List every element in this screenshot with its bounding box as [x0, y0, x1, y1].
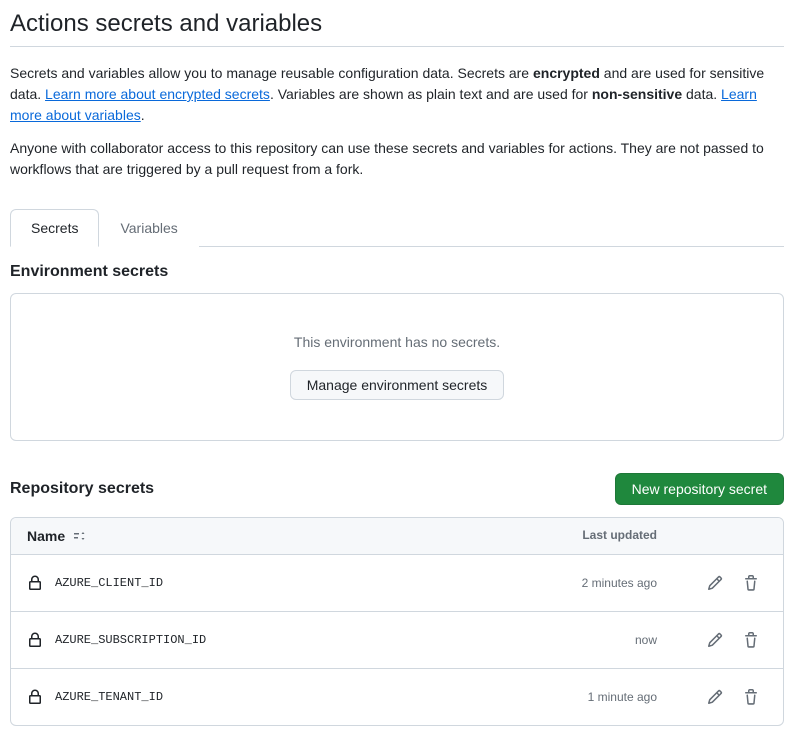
tab-variables[interactable]: Variables — [99, 209, 198, 247]
table-row: AZURE_CLIENT_ID 2 minutes ago — [11, 555, 783, 612]
intro-bold-nonsensitive: non-sensitive — [592, 86, 682, 102]
delete-button[interactable] — [735, 569, 767, 597]
page-title: Actions secrets and variables — [10, 10, 784, 47]
intro-text-part: Secrets and variables allow you to manag… — [10, 65, 533, 81]
repository-secrets-table: Name Last updated AZURE_CLIENT_ID 2 minu… — [10, 517, 784, 726]
trash-icon — [743, 689, 759, 705]
link-encrypted-secrets[interactable]: Learn more about encrypted secrets — [45, 86, 270, 102]
edit-button[interactable] — [699, 626, 731, 654]
tabs: Secrets Variables — [10, 208, 784, 247]
secret-name: AZURE_CLIENT_ID — [55, 576, 163, 590]
intro-bold-encrypted: encrypted — [533, 65, 600, 81]
tab-secrets[interactable]: Secrets — [10, 209, 99, 247]
secret-name: AZURE_TENANT_ID — [55, 690, 163, 704]
column-header-name[interactable]: Name — [27, 528, 537, 544]
environment-secrets-title: Environment secrets — [10, 263, 784, 281]
repository-secrets-header: Repository secrets New repository secret — [10, 473, 784, 505]
lock-icon — [27, 689, 43, 705]
edit-button[interactable] — [699, 569, 731, 597]
intro-text-part: . Variables are shown as plain text and … — [270, 86, 592, 102]
trash-icon — [743, 575, 759, 591]
environment-empty-text: This environment has no secrets. — [31, 334, 763, 350]
table-row: AZURE_TENANT_ID 1 minute ago — [11, 669, 783, 725]
intro-text: Secrets and variables allow you to manag… — [10, 63, 784, 180]
lock-icon — [27, 632, 43, 648]
secret-updated: now — [537, 633, 657, 647]
trash-icon — [743, 632, 759, 648]
pencil-icon — [707, 632, 723, 648]
repository-secrets-title: Repository secrets — [10, 480, 154, 498]
table-row: AZURE_SUBSCRIPTION_ID now — [11, 612, 783, 669]
secret-updated: 2 minutes ago — [537, 576, 657, 590]
environment-secrets-empty-box: This environment has no secrets. Manage … — [10, 293, 784, 441]
secret-updated: 1 minute ago — [537, 690, 657, 704]
sort-icon — [71, 528, 87, 544]
manage-environment-secrets-button[interactable]: Manage environment secrets — [290, 370, 505, 400]
column-header-actions — [657, 528, 767, 544]
column-header-last-updated: Last updated — [537, 528, 657, 544]
intro-paragraph-2: Anyone with collaborator access to this … — [10, 138, 784, 180]
delete-button[interactable] — [735, 626, 767, 654]
column-header-name-label: Name — [27, 528, 65, 544]
pencil-icon — [707, 575, 723, 591]
lock-icon — [27, 575, 43, 591]
intro-text-part: data. — [682, 86, 721, 102]
secret-name: AZURE_SUBSCRIPTION_ID — [55, 633, 206, 647]
pencil-icon — [707, 689, 723, 705]
table-header: Name Last updated — [11, 518, 783, 555]
intro-text-part: . — [141, 107, 145, 123]
new-repository-secret-button[interactable]: New repository secret — [615, 473, 784, 505]
